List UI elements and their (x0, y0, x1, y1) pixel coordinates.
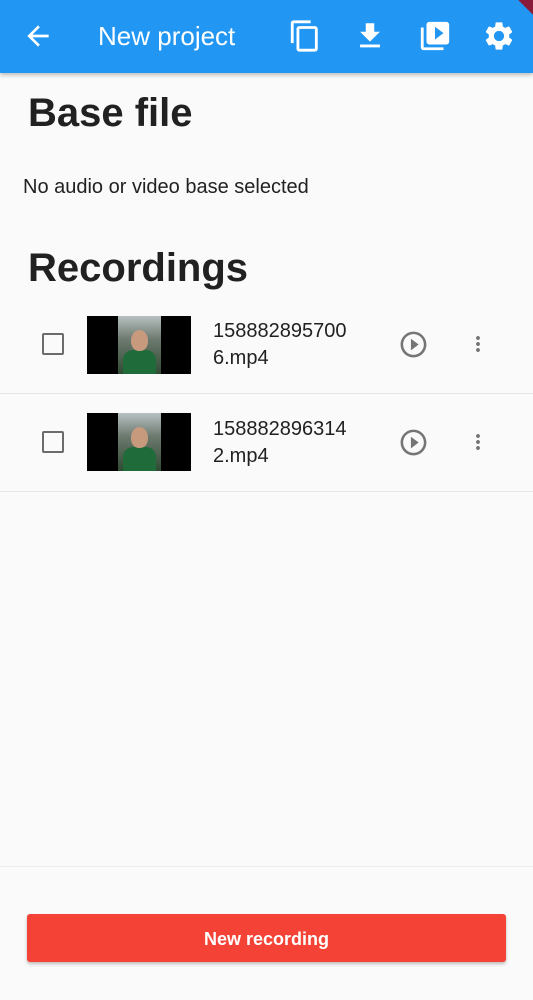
new-recording-button[interactable]: New recording (27, 914, 506, 962)
download-icon[interactable] (353, 19, 387, 53)
list-item[interactable]: 1588828957006.mp4 (0, 296, 533, 394)
video-thumbnail (87, 316, 191, 374)
page-title: New project (98, 21, 236, 51)
recording-filename: 1588828957006.mp4 (213, 320, 347, 369)
play-circle-icon[interactable] (398, 427, 429, 458)
list-item[interactable]: 1588828963142.mp4 (0, 394, 533, 492)
base-file-message: No audio or video base selected (23, 176, 309, 198)
base-file-heading: Base file (28, 91, 193, 135)
play-circle-icon[interactable] (398, 329, 429, 360)
more-vert-icon[interactable] (466, 332, 490, 356)
recording-filename: 1588828963142.mp4 (213, 418, 347, 467)
select-checkbox[interactable] (42, 431, 64, 453)
back-arrow-icon[interactable] (22, 20, 54, 52)
select-checkbox[interactable] (42, 333, 64, 355)
app-bar: New project (0, 0, 533, 73)
video-thumbnail (87, 413, 191, 471)
more-vert-icon[interactable] (466, 430, 490, 454)
recordings-heading: Recordings (28, 246, 249, 290)
video-library-icon[interactable] (418, 19, 452, 53)
settings-icon[interactable] (482, 19, 516, 53)
divider (0, 866, 533, 867)
copy-icon[interactable] (288, 19, 322, 53)
